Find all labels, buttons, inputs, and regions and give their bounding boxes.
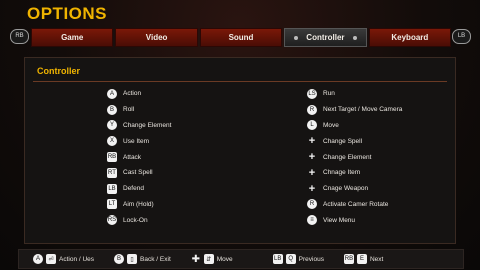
binding-row: + Chnage Item (307, 165, 402, 181)
right-stick-icon: RS (107, 215, 117, 226)
tab-bar: Game Video Sound Controller Keyboard (30, 28, 452, 47)
hint-label: Next (369, 255, 384, 263)
divider (33, 81, 447, 82)
binding-label: Activate Camer Rotate (323, 200, 389, 208)
binding-label: View Menu (323, 216, 356, 224)
binding-label: Chnage Item (323, 169, 361, 177)
b-button-icon: B (107, 104, 117, 115)
hint-action[interactable]: A ⏎ Action / Ues (33, 254, 94, 264)
hint-label: Action / Ues (59, 255, 95, 263)
e-key-icon: E (356, 254, 367, 264)
binding-row: LS Run (307, 86, 402, 102)
binding-row: + Change Element (307, 149, 402, 165)
hint-previous[interactable]: LB Q Previous (272, 254, 324, 264)
controller-panel: Controller A Action B Roll Y Change Element… (24, 57, 456, 244)
hint-label: Back / Exit (140, 255, 171, 263)
binding-row: + Cnage Weapon (307, 181, 402, 197)
lb-button-icon: LB (272, 254, 283, 264)
dpad-icon: + (308, 135, 316, 148)
enter-key-icon: ⏎ (46, 254, 56, 264)
tab-label: Controller (306, 33, 345, 42)
dpad-icon: ✚ (191, 253, 200, 265)
right-dot-icon (352, 35, 357, 40)
binding-row: ≡ View Menu (307, 212, 402, 228)
q-key-icon: Q (285, 254, 296, 264)
right-stick-icon: R (307, 104, 317, 115)
binding-row: RS Lock-On (107, 212, 171, 228)
binding-row: Y Change Element (107, 118, 171, 134)
hint-next[interactable]: RB E Next (343, 254, 384, 264)
left-stick-icon: L (307, 120, 317, 131)
binding-label: Aim (Hold) (123, 200, 154, 208)
binding-row: RB Attack (107, 149, 171, 165)
bottom-hint-bar: A ⏎ Action / Ues B ▯ Back / Exit ✚ ⇵ Mov… (18, 249, 464, 269)
binding-label: Change Spell (323, 137, 363, 145)
binding-row: X Use Item (107, 133, 171, 149)
left-bindings-list: A Action B Roll Y Change Element X Use Item … (107, 86, 171, 228)
dpad-icon: + (308, 151, 316, 164)
hint-move[interactable]: ✚ ⇵ Move (191, 253, 233, 265)
lb-bumper-icon[interactable]: LB (452, 29, 471, 44)
tab-game[interactable]: Game (31, 28, 114, 47)
a-button-icon: A (107, 88, 117, 99)
binding-label: Move (323, 121, 339, 129)
dpad-icon: + (308, 166, 316, 179)
binding-label: Action (123, 90, 142, 98)
arrow-keys-icon: ⇵ (203, 254, 214, 264)
mouse-icon: ▯ (127, 254, 138, 264)
binding-label: Change Element (323, 153, 372, 161)
tab-keyboard[interactable]: Keyboard (368, 28, 452, 47)
menu-button-icon: ≡ (307, 215, 317, 226)
panel-title: Controller (37, 66, 81, 76)
left-dot-icon (294, 35, 299, 40)
left-stick-click-icon: LS (307, 88, 317, 99)
hint-back[interactable]: B ▯ Back / Exit (114, 254, 171, 264)
rb-button-icon: RB (107, 152, 117, 163)
y-button-icon: Y (107, 120, 117, 131)
page-title: OPTIONS (27, 4, 108, 23)
rb-button-icon: RB (343, 254, 354, 264)
b-button-icon: B (114, 254, 125, 264)
binding-label: Use Item (123, 137, 150, 145)
right-stick-click-icon: R (307, 199, 317, 210)
tab-label: Keyboard (391, 33, 429, 42)
right-bindings-list: LS Run R Next Target / Move Camera L Move +… (307, 86, 402, 228)
binding-label: Defend (123, 185, 144, 193)
tab-controller[interactable]: Controller (284, 28, 367, 47)
lb-button-icon: LB (107, 183, 117, 194)
binding-row: RT Cast Spell (107, 165, 171, 181)
binding-row: R Next Target / Move Camera (307, 102, 402, 118)
tab-label: Sound (228, 33, 254, 42)
rt-button-icon: RT (107, 167, 117, 178)
binding-label: Change Element (123, 121, 172, 129)
a-button-icon: A (33, 254, 43, 264)
binding-row: L Move (307, 118, 402, 134)
tab-label: Video (145, 33, 168, 42)
binding-row: + Change Spell (307, 133, 402, 149)
x-button-icon: X (107, 136, 117, 147)
binding-row: LT Aim (Hold) (107, 197, 171, 213)
lt-button-icon: LT (107, 199, 117, 210)
tab-video[interactable]: Video (115, 28, 198, 47)
dpad-icon: + (308, 182, 316, 195)
binding-label: Run (323, 90, 335, 98)
tab-sound[interactable]: Sound (199, 28, 283, 47)
rb-bumper-icon[interactable]: RB (10, 29, 29, 44)
binding-label: Next Target / Move Camera (323, 106, 403, 114)
hint-label: Move (216, 255, 233, 263)
binding-row: B Roll (107, 102, 171, 118)
hint-label: Previous (298, 255, 324, 263)
binding-label: Lock-On (123, 216, 148, 224)
tab-label: Game (61, 33, 84, 42)
binding-row: A Action (107, 86, 171, 102)
binding-row: LB Defend (107, 181, 171, 197)
binding-row: R Activate Camer Rotate (307, 197, 402, 213)
binding-label: Attack (123, 153, 142, 161)
binding-label: Cnage Weapon (323, 185, 369, 193)
binding-label: Roll (123, 106, 135, 114)
binding-label: Cast Spell (123, 169, 153, 177)
